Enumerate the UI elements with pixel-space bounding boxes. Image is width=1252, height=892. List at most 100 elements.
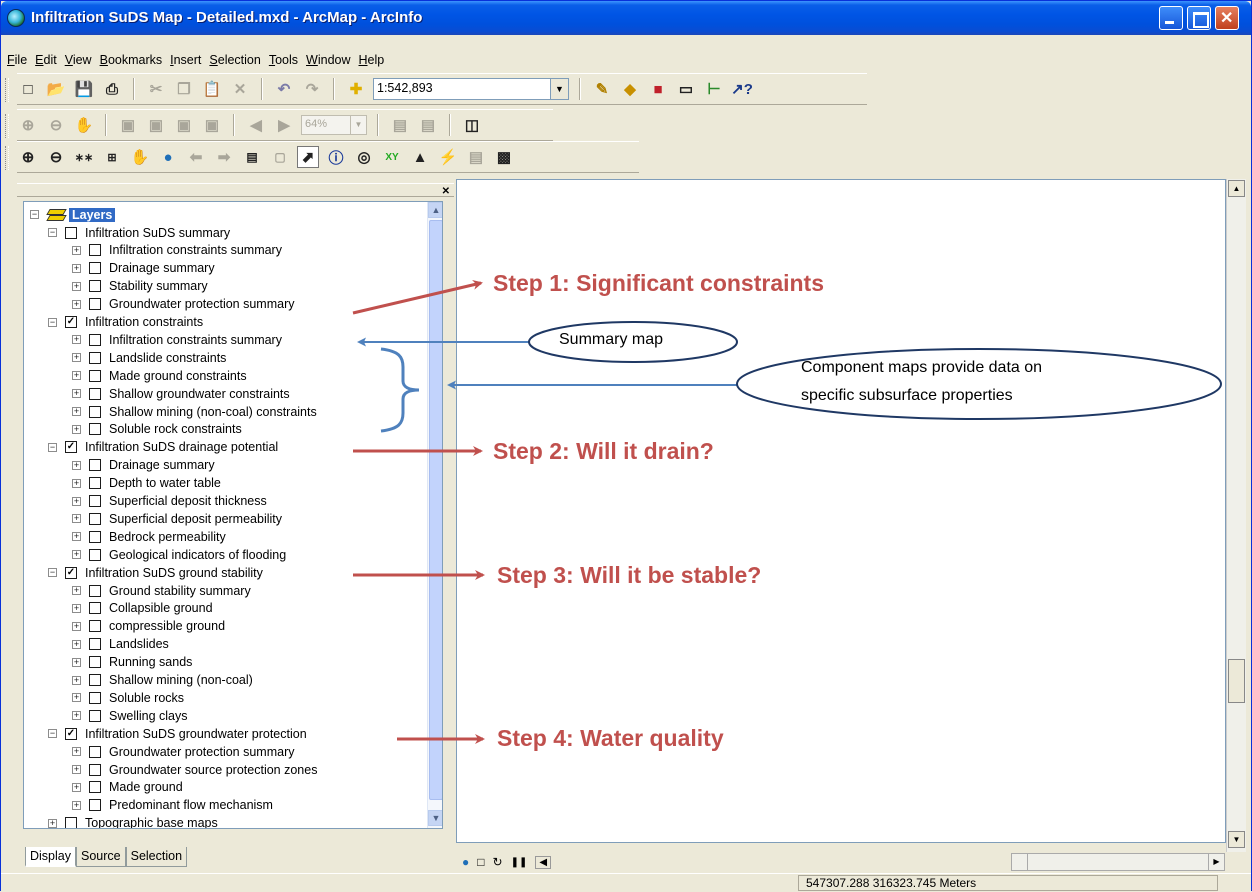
- toc-title-bar[interactable]: ✕: [17, 183, 454, 197]
- layer-visibility-checkbox[interactable]: [89, 477, 101, 490]
- layout-view-icon[interactable]: □: [477, 855, 484, 869]
- collapse-icon[interactable]: −: [48, 317, 57, 327]
- layer-label[interactable]: Infiltration constraints summary: [109, 243, 282, 257]
- zoom-100-icon[interactable]: ▣: [201, 114, 223, 136]
- expand-icon[interactable]: +: [72, 407, 81, 416]
- expand-icon[interactable]: +: [72, 693, 81, 703]
- editor-toolbar-icon[interactable]: ✎: [591, 78, 613, 100]
- layer-row[interactable]: + Made ground constraints: [72, 367, 247, 384]
- layer-row[interactable]: + Geological indicators of flooding: [72, 546, 286, 563]
- toolbar-grip[interactable]: [5, 146, 9, 170]
- layer-visibility-checkbox[interactable]: ✓: [65, 441, 77, 454]
- layer-visibility-checkbox[interactable]: ✓: [65, 566, 77, 579]
- layer-visibility-checkbox[interactable]: [89, 530, 101, 543]
- layer-visibility-checkbox[interactable]: [89, 351, 101, 364]
- layer-row[interactable]: + Collapsible ground: [72, 600, 213, 617]
- layer-visibility-checkbox[interactable]: [89, 638, 101, 651]
- hyperlink-icon[interactable]: ⚡: [437, 146, 459, 168]
- layer-group-row[interactable]: − Infiltration SuDS summary: [48, 224, 230, 241]
- expand-icon[interactable]: +: [72, 478, 81, 488]
- expand-icon[interactable]: +: [72, 621, 81, 631]
- clear-selection-icon[interactable]: ▢: [269, 146, 291, 168]
- layer-row[interactable]: + Depth to water table: [72, 475, 221, 492]
- layer-label[interactable]: Swelling clays: [109, 709, 188, 723]
- expand-icon[interactable]: +: [72, 496, 81, 506]
- forward-extent-icon[interactable]: ➡: [213, 146, 235, 168]
- expand-icon[interactable]: +: [72, 389, 81, 399]
- menu-selection[interactable]: Selection: [205, 49, 264, 71]
- layer-visibility-checkbox[interactable]: [89, 620, 101, 633]
- layer-row[interactable]: + Superficial deposit permeability: [72, 510, 282, 527]
- data-view-icon[interactable]: ●: [462, 855, 469, 869]
- save-icon[interactable]: 💾: [73, 78, 95, 100]
- layer-row[interactable]: + Stability summary: [72, 278, 208, 295]
- layer-visibility-checkbox[interactable]: [89, 548, 101, 561]
- layer-visibility-checkbox[interactable]: [89, 333, 101, 346]
- collapse-icon[interactable]: −: [48, 228, 57, 237]
- layer-label[interactable]: Soluble rock constraints: [109, 422, 242, 436]
- expand-icon[interactable]: +: [72, 639, 81, 649]
- focus-data-frame-icon[interactable]: ▤: [417, 114, 439, 136]
- fixed-zoom-in-page-icon[interactable]: ▣: [145, 114, 167, 136]
- scroll-thumb[interactable]: [1228, 659, 1245, 703]
- open-folder-icon[interactable]: 📂: [45, 78, 67, 100]
- back-extent-icon[interactable]: ⬅: [185, 146, 207, 168]
- layer-label[interactable]: Drainage summary: [109, 458, 215, 472]
- layer-visibility-checkbox[interactable]: [65, 226, 77, 239]
- menu-tools[interactable]: Tools: [265, 49, 302, 71]
- expand-icon[interactable]: +: [72, 424, 81, 434]
- expand-icon[interactable]: +: [72, 550, 81, 560]
- command-line-icon[interactable]: ▭: [675, 78, 697, 100]
- layer-label[interactable]: Groundwater source protection zones: [109, 763, 317, 777]
- layer-group-row[interactable]: − ✓ Infiltration SuDS ground stability: [48, 564, 263, 581]
- layer-label[interactable]: Shallow mining (non-coal): [109, 673, 253, 687]
- layer-label[interactable]: Superficial deposit permeability: [109, 512, 282, 526]
- tab-display[interactable]: Display: [25, 847, 76, 867]
- html-popup-icon[interactable]: ▤: [465, 146, 487, 168]
- create-viewer-window-icon[interactable]: ▩: [493, 146, 515, 168]
- expand-icon[interactable]: +: [72, 532, 81, 542]
- title-bar[interactable]: Infiltration SuDS Map - Detailed.mxd - A…: [1, 1, 1251, 35]
- cut-icon[interactable]: ✂: [145, 78, 167, 100]
- layer-label[interactable]: Made ground constraints: [109, 369, 247, 383]
- zoom-out-page-icon[interactable]: ⊖: [45, 114, 67, 136]
- layer-row[interactable]: + Infiltration constraints summary: [72, 242, 282, 259]
- zoom-whole-page-icon[interactable]: ▣: [117, 114, 139, 136]
- layer-visibility-checkbox[interactable]: [89, 459, 101, 472]
- collapse-icon[interactable]: −: [48, 568, 57, 578]
- expand-icon[interactable]: +: [72, 263, 81, 273]
- whats-this-help-icon[interactable]: ↗?: [731, 78, 753, 100]
- layer-group-row[interactable]: − ✓ Infiltration SuDS drainage potential: [48, 439, 278, 456]
- layer-tree-root[interactable]: − Layers: [30, 206, 116, 223]
- layer-label[interactable]: Groundwater protection summary: [109, 297, 295, 311]
- layer-label[interactable]: Running sands: [109, 655, 192, 669]
- layer-label[interactable]: Topographic base maps: [85, 816, 218, 828]
- layer-row[interactable]: + Shallow mining (non-coal): [72, 672, 253, 689]
- layer-label[interactable]: Depth to water table: [109, 476, 221, 490]
- collapse-icon[interactable]: −: [48, 442, 57, 452]
- expand-icon[interactable]: +: [72, 353, 81, 363]
- map-horizontal-scrollbar[interactable]: ▶: [1011, 853, 1225, 871]
- chevron-down-icon[interactable]: ▼: [550, 79, 568, 99]
- layer-row[interactable]: + Made ground: [72, 779, 183, 796]
- menu-file[interactable]: File: [3, 49, 31, 71]
- layer-visibility-checkbox[interactable]: [89, 512, 101, 525]
- expand-icon[interactable]: +: [72, 711, 81, 721]
- fixed-zoom-in-icon[interactable]: ∗∗: [73, 146, 95, 168]
- expand-icon[interactable]: +: [72, 765, 81, 774]
- expand-icon[interactable]: +: [72, 586, 81, 595]
- menu-view[interactable]: View: [61, 49, 96, 71]
- layer-label[interactable]: Soluble rocks: [109, 691, 184, 705]
- toolbar-grip[interactable]: [5, 114, 9, 138]
- layer-visibility-checkbox[interactable]: [89, 405, 101, 418]
- layer-row[interactable]: + Bedrock permeability: [72, 528, 226, 545]
- layer-label[interactable]: Shallow groundwater constraints: [109, 387, 290, 401]
- layer-visibility-checkbox[interactable]: [89, 656, 101, 669]
- layer-label[interactable]: Landslides: [109, 637, 169, 651]
- model-builder-icon[interactable]: ⊢: [703, 78, 725, 100]
- change-layout-icon[interactable]: ◫: [461, 114, 483, 136]
- menu-help[interactable]: Help: [355, 49, 389, 71]
- layer-label[interactable]: Stability summary: [109, 279, 208, 293]
- tab-selection[interactable]: Selection: [125, 847, 188, 867]
- expand-icon[interactable]: +: [72, 299, 81, 309]
